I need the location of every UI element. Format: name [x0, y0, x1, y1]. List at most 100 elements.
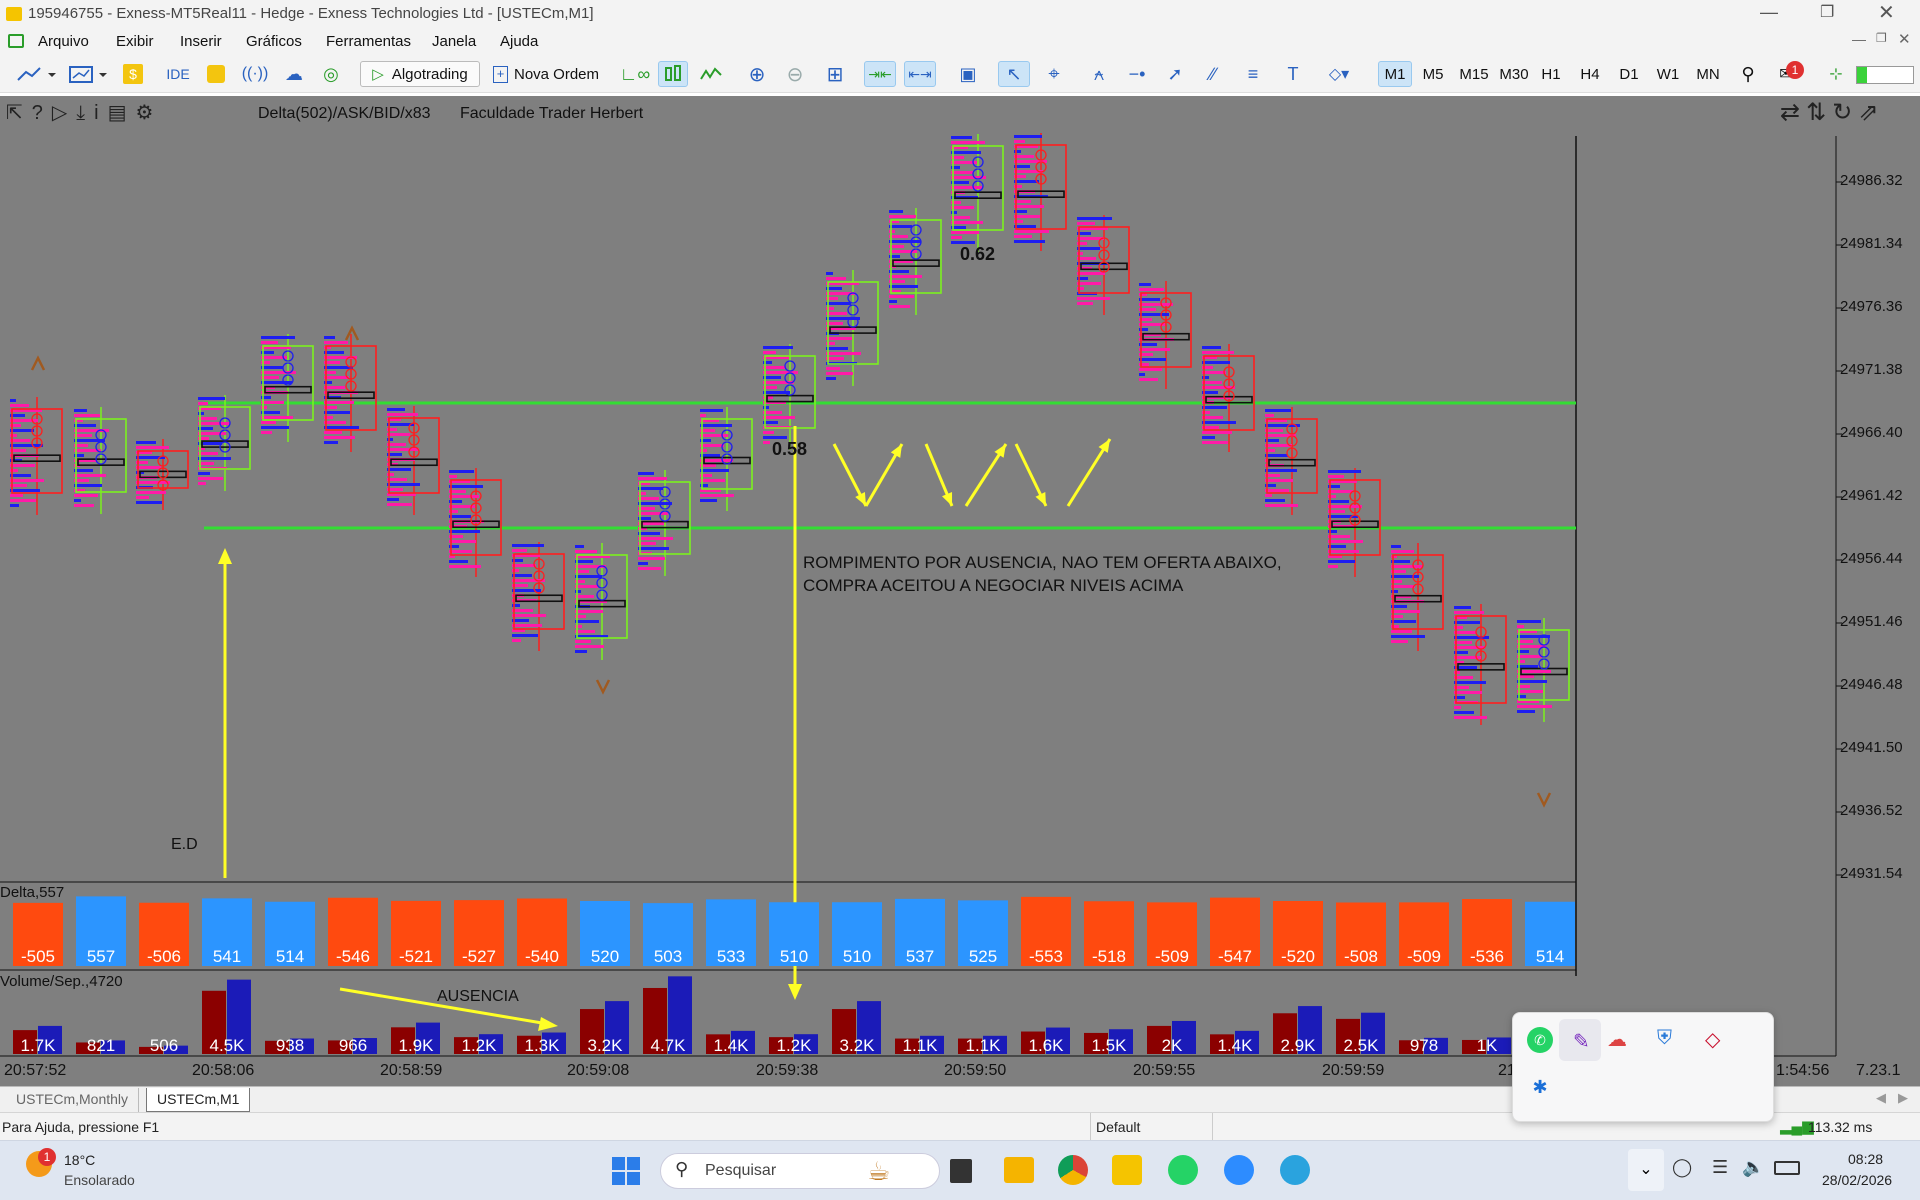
market-icon[interactable]: $	[122, 61, 144, 87]
child-minimize-button[interactable]: —	[1852, 31, 1866, 47]
close-button[interactable]: ✕	[1878, 0, 1895, 25]
footprint-candle[interactable]	[1391, 543, 1444, 651]
timeframe-w1[interactable]: W1	[1652, 61, 1684, 87]
maximize-button[interactable]: ❐	[1820, 2, 1834, 22]
signals-icon[interactable]: ((·))	[242, 61, 269, 87]
info-icon[interactable]: i	[94, 102, 107, 124]
clock-time[interactable]: 08:28	[1848, 1151, 1883, 1167]
bar-chart-icon[interactable]: ∟∞	[620, 61, 650, 87]
child-close-button[interactable]: ✕	[1898, 30, 1911, 48]
taskbar-search[interactable]: ⚲ Pesquisar ☕	[660, 1153, 940, 1189]
footprint-candle[interactable]	[1517, 618, 1570, 722]
menu-ferramentas[interactable]: Ferramentas	[326, 33, 411, 50]
cloud-sync-icon[interactable]: ☁	[1607, 1027, 1633, 1053]
timeframe-h1[interactable]: H1	[1536, 61, 1566, 87]
market-watch-icon[interactable]	[8, 34, 24, 48]
footprint-candle[interactable]	[512, 542, 565, 651]
battery-icon[interactable]	[1774, 1161, 1800, 1175]
footprint-candle[interactable]	[198, 395, 251, 491]
ide-button[interactable]: IDE	[162, 61, 194, 87]
mcafee-icon[interactable]: ◇	[1705, 1027, 1731, 1053]
pen-app-tile[interactable]: ✎	[1559, 1019, 1601, 1061]
footprint-candle[interactable]	[449, 468, 502, 577]
footprint-candle[interactable]	[951, 134, 1004, 252]
telegram-icon[interactable]	[1280, 1155, 1310, 1185]
task-view-icon[interactable]	[950, 1159, 972, 1183]
scale-vertical-icon[interactable]: ⇅	[1806, 99, 1832, 126]
chart-shift-icon[interactable]: ⇤⇥	[904, 61, 936, 87]
timeframe-m5[interactable]: M5	[1416, 61, 1450, 87]
fit-icon[interactable]: ⇗	[1858, 99, 1884, 126]
footprint-candle[interactable]	[826, 270, 879, 386]
weather-desc[interactable]: Ensolarado	[64, 1172, 135, 1188]
footprint-candle[interactable]	[387, 406, 440, 515]
footprint-candle[interactable]	[1202, 344, 1255, 452]
scroll-left-icon[interactable]: ◀	[1876, 1090, 1886, 1106]
shapes-icon[interactable]: ◇▾	[1318, 61, 1360, 87]
profiles-icon[interactable]	[66, 61, 110, 87]
screenshot-icon[interactable]: ▣	[954, 61, 982, 87]
trendline-icon[interactable]: ➚	[1162, 61, 1188, 87]
fibonacci-icon[interactable]: ≡	[1240, 61, 1266, 87]
timeframe-m15[interactable]: M15	[1454, 61, 1494, 87]
menu-graficos[interactable]: Gráficos	[246, 33, 302, 50]
bluetooth-icon[interactable]: ✱	[1527, 1077, 1553, 1103]
play-icon[interactable]: ▷	[52, 102, 76, 124]
whatsapp-icon[interactable]: ✆	[1527, 1027, 1553, 1053]
zoom-out-icon[interactable]: ⊖	[782, 61, 808, 87]
autoscroll-icon[interactable]: ⇥⇤	[864, 61, 896, 87]
web-icon[interactable]: ◎	[318, 61, 344, 87]
arrow-icon[interactable]: ⇱	[6, 102, 32, 124]
menu-inserir[interactable]: Inserir	[180, 33, 222, 50]
footprint-candle[interactable]	[261, 334, 314, 442]
scale-horizontal-icon[interactable]: ⇄	[1780, 99, 1806, 126]
search-icon[interactable]: ⚲	[1736, 61, 1760, 87]
windows-start-icon[interactable]	[612, 1157, 640, 1185]
timeframe-h4[interactable]: H4	[1575, 61, 1605, 87]
tray-chevron-icon[interactable]: ⌄	[1628, 1149, 1664, 1191]
footprint-candle[interactable]	[1265, 407, 1318, 515]
menu-arquivo[interactable]: Arquivo	[38, 33, 89, 50]
new-chart-icon[interactable]	[14, 61, 58, 87]
footprint-candle[interactable]	[1014, 133, 1067, 251]
footprint-candle[interactable]	[889, 208, 942, 315]
vertical-line-icon[interactable]: ⍲	[1086, 61, 1112, 87]
download-icon[interactable]: ⤓	[76, 102, 94, 124]
weather-temp[interactable]: 18°C	[64, 1152, 95, 1168]
footprint-candle[interactable]	[1328, 468, 1381, 577]
chrome-icon[interactable]	[1058, 1155, 1088, 1185]
channel-icon[interactable]: ∕∕	[1200, 61, 1226, 87]
timeframe-d1[interactable]: D1	[1614, 61, 1644, 87]
menu-ajuda[interactable]: Ajuda	[500, 33, 538, 50]
clock-date[interactable]: 28/02/2026	[1822, 1172, 1892, 1188]
file-explorer-icon[interactable]	[1004, 1157, 1034, 1183]
menu-exibir[interactable]: Exibir	[116, 33, 154, 50]
wifi-icon[interactable]: ☰	[1712, 1157, 1728, 1178]
tab-ustecm-monthly[interactable]: USTECm,Monthly	[6, 1088, 140, 1112]
footprint-candle[interactable]	[1139, 281, 1192, 389]
footprint-candle[interactable]	[10, 397, 63, 515]
footprint-candle[interactable]	[763, 344, 816, 450]
text-icon[interactable]: T	[1280, 61, 1306, 87]
timeframe-m1[interactable]: M1	[1378, 61, 1412, 87]
algotrading-button[interactable]: ▷ Algotrading	[360, 61, 480, 87]
horizontal-line-icon[interactable]: −•	[1124, 61, 1150, 87]
help-icon[interactable]: ?	[32, 102, 52, 124]
whatsapp-taskbar-icon[interactable]	[1168, 1155, 1198, 1185]
footprint-candle[interactable]	[638, 470, 691, 576]
minimize-button[interactable]: —	[1760, 2, 1778, 23]
footprint-candle[interactable]	[1077, 215, 1130, 315]
chart-window[interactable]: -505 557 -506 541 514 -546 -521 -527 -540 520 503 5…	[0, 96, 1920, 1086]
cursor-icon[interactable]: ↖	[998, 61, 1030, 87]
footprint-candle[interactable]	[74, 407, 127, 514]
defender-icon[interactable]: ⛨	[1657, 1027, 1683, 1053]
crosshair-icon[interactable]: ⌖	[1040, 61, 1068, 87]
line-chart-icon[interactable]	[696, 61, 726, 87]
candlestick-icon[interactable]	[658, 61, 688, 87]
footprint-candle[interactable]	[324, 334, 377, 452]
gear-icon[interactable]: ⚙	[135, 102, 162, 124]
exness-icon[interactable]	[1112, 1155, 1142, 1185]
chart-icon[interactable]: ▤	[108, 102, 136, 124]
menu-janela[interactable]: Janela	[432, 33, 476, 50]
footprint-candle[interactable]	[136, 439, 189, 510]
